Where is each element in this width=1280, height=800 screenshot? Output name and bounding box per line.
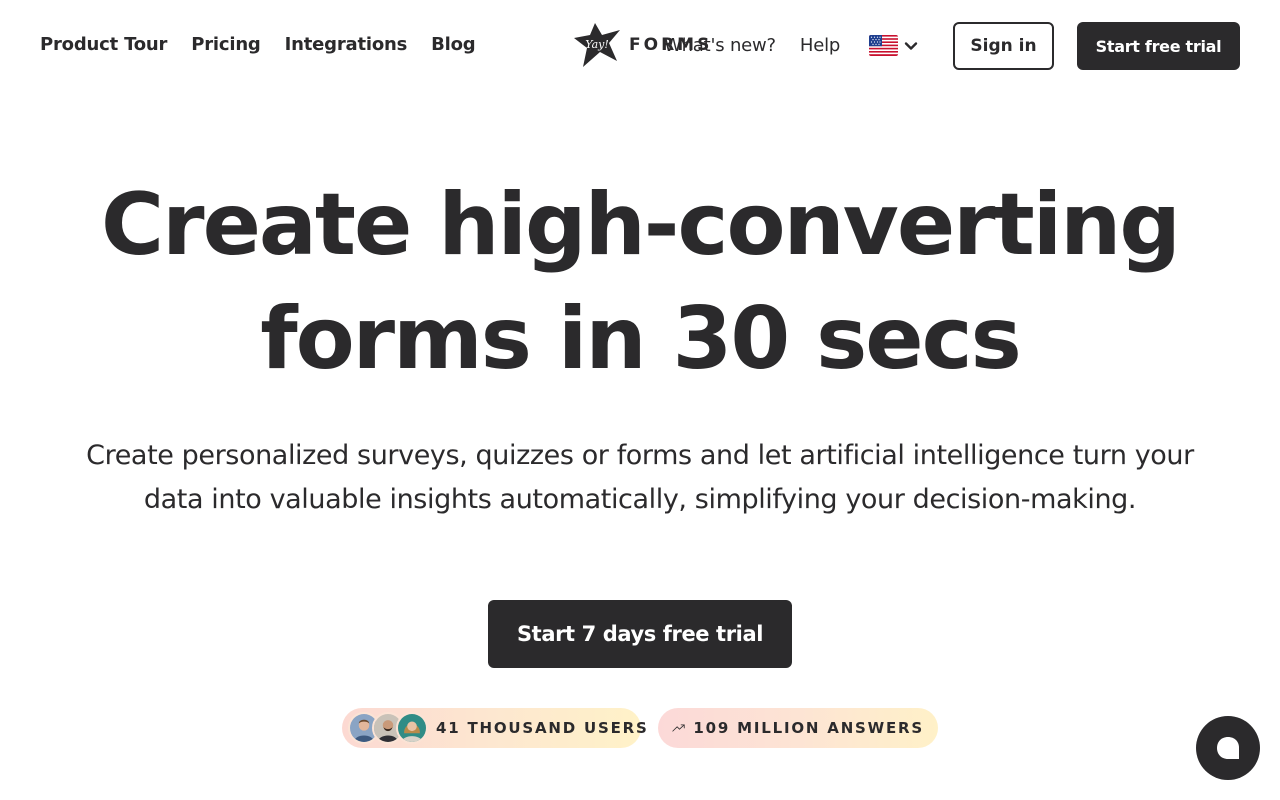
nav-help[interactable]: Help (800, 35, 840, 56)
nav-integrations[interactable]: Integrations (285, 34, 408, 55)
language-selector[interactable] (869, 35, 918, 56)
secondary-nav: What's new? Help (664, 35, 840, 56)
start-7-day-trial-button[interactable]: Start 7 days free trial (488, 600, 792, 668)
logo-star-icon: Yay! (574, 23, 620, 67)
chevron-down-icon (904, 41, 918, 50)
chat-bubble-icon (1217, 737, 1239, 759)
chat-widget-button[interactable] (1196, 716, 1260, 780)
answers-stat-badge: 109 MILLION ANSWERS (658, 708, 938, 748)
users-count-label: 41 THOUSAND USERS (436, 719, 649, 737)
nav-whats-new[interactable]: What's new? (664, 35, 776, 56)
nav-pricing[interactable]: Pricing (191, 34, 261, 55)
hero-subtitle: Create personalized surveys, quizzes or … (60, 434, 1220, 522)
users-stat-badge: 41 THOUSAND USERS (342, 708, 647, 748)
landing-page: Product Tour Pricing Integrations Blog Y… (0, 0, 1280, 800)
answers-count-label: 109 MILLION ANSWERS (693, 719, 924, 737)
sign-in-button[interactable]: Sign in (953, 22, 1054, 70)
nav-product-tour[interactable]: Product Tour (40, 34, 167, 55)
primary-nav: Product Tour Pricing Integrations Blog (40, 34, 476, 55)
hero-title-line-1: Create high-converting (101, 175, 1181, 275)
hero-subtitle-line-2: data into valuable insights automaticall… (143, 484, 1137, 515)
user-avatars (348, 712, 428, 744)
us-flag-icon (869, 35, 898, 56)
hero-title: Create high-converting forms in 30 secs (0, 168, 1280, 396)
start-free-trial-button[interactable]: Start free trial (1077, 22, 1240, 70)
avatar (396, 712, 428, 744)
nav-blog[interactable]: Blog (431, 34, 476, 55)
trending-up-icon (672, 724, 685, 732)
logo-mark-text: Yay! (585, 38, 609, 51)
hero-title-line-2: forms in 30 secs (260, 289, 1022, 389)
hero-subtitle-line-1: Create personalized surveys, quizzes or … (86, 440, 1194, 471)
